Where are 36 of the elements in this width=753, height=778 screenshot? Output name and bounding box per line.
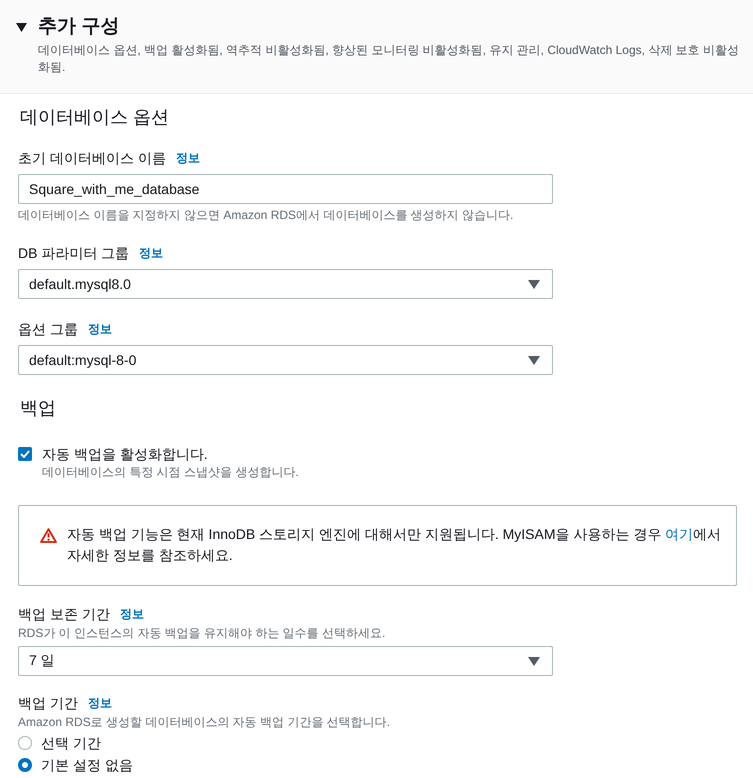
link[interactable]: 여기	[665, 526, 694, 542]
section-title[interactable]: 추가 구성	[38, 14, 120, 40]
field-description: RDS가 이 인스턴스의 자동 백업을 유지해야 하는 일수를 선택하세요.	[18, 625, 386, 641]
field-label: DB 파라미터 그룹	[18, 244, 130, 263]
dropdown[interactable]: default:mysql-8-0	[18, 345, 553, 375]
checkbox-description: 데이터베이스의 특정 시점 스냅샷을 생성합니다.	[42, 464, 299, 480]
info-link[interactable]: 정보	[88, 319, 112, 339]
field-description: Amazon RDS로 생성할 데이터베이스의 자동 백업 기간을 선택합니다.	[18, 714, 392, 730]
section-description: 데이터베이스 옵션, 백업 활성화됨, 역추적 비활성화됨, 향상된 모니터링 비활성화됨, 유지 관리, CloudWatch Logs, 삭제 보호 비활성화됨.	[38, 42, 740, 76]
info-link[interactable]: 정보	[176, 148, 200, 168]
section-heading: 백업	[20, 397, 57, 420]
warning-icon	[40, 528, 57, 543]
radio-label[interactable]: 기본 설정 없음	[41, 755, 133, 775]
caret-down-icon	[528, 356, 540, 364]
checkbox-label[interactable]: 자동 백업을 활성화합니다.	[42, 444, 208, 464]
field-label: 백업 기간	[18, 694, 78, 713]
info-link[interactable]: 정보	[88, 693, 112, 713]
field-label: 옵션 그룹	[18, 320, 78, 339]
dropdown[interactable]: default.mysql8.0	[18, 269, 553, 299]
field-label: 초기 데이터베이스 이름	[18, 149, 166, 168]
caret-down-icon	[528, 280, 540, 288]
caret-down-icon	[528, 656, 540, 666]
field-label: 백업 보존 기간	[18, 605, 110, 624]
field-hint: 데이터베이스 이름을 지정하지 않으면 Amazon RDS에서 데이터베이스를 생성하지 않습니다.	[18, 207, 514, 223]
section-heading: 데이터베이스 옵션	[20, 106, 170, 129]
warning-message: 자동 백업 기능은 현재 InnoDB 스토리지 엔진에 대해서만 지원됩니다. MyISAM을 사용하는 경우 여기에서 자세한 정보를 참조하세요.	[67, 525, 722, 565]
radio-button[interactable]	[18, 736, 32, 750]
info-link[interactable]: 정보	[139, 243, 164, 263]
radio-label[interactable]: 선택 기간	[41, 733, 101, 753]
checkbox[interactable]	[18, 447, 32, 461]
info-link[interactable]: 정보	[120, 604, 144, 624]
radio-button[interactable]	[18, 758, 32, 772]
dropdown[interactable]: 7 일	[18, 646, 553, 676]
caret-down-icon[interactable]	[16, 22, 27, 32]
check-icon	[20, 450, 30, 458]
text-input-field[interactable]: Square_with_me_database	[18, 174, 553, 204]
